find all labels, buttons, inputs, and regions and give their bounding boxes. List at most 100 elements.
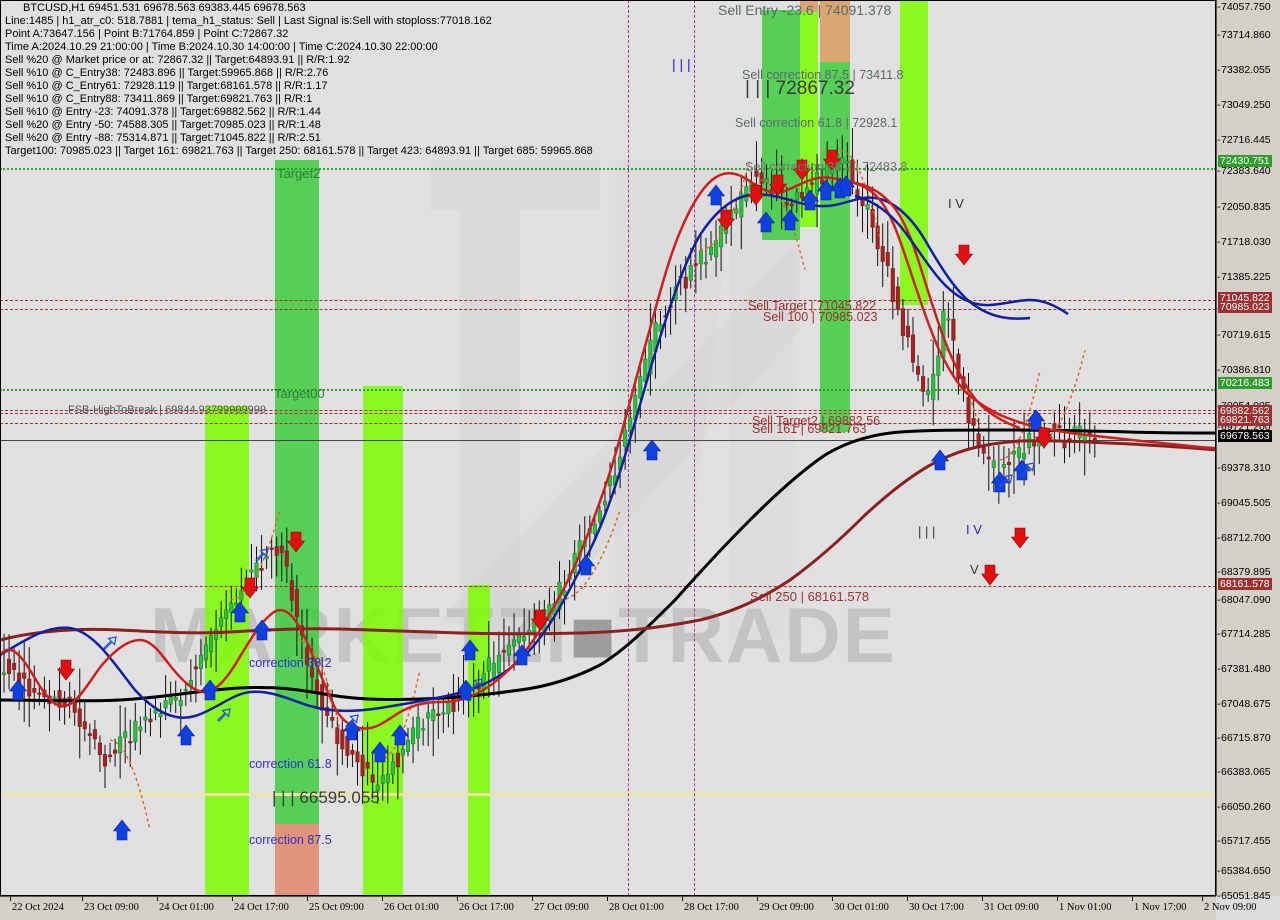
chart-annotation-label: I V [948, 196, 964, 211]
weak-signal-arrow [255, 548, 269, 562]
time-tick-mark [232, 897, 233, 901]
price-tick: -72716.445 [1217, 134, 1271, 146]
highlight-zone [900, 0, 928, 305]
price-marker-label: 68161.578 [1218, 578, 1272, 590]
time-tick-label: 31 Oct 09:00 [984, 902, 1039, 913]
price-tick: -71718.030 [1217, 236, 1271, 248]
chart-annotation-label: | | | 66595.055 [272, 788, 380, 807]
chart-annotation-label: Sell Entry -23.6 | 74091.378 [718, 2, 892, 18]
time-tick-mark [982, 897, 983, 901]
trading-chart-window: MARKETZI■TRADE Sell Entry -23.6 | 74091.… [0, 0, 1280, 920]
info-line-0: Line:1485 | h1_atr_c0: 518.7881 | tema_h… [5, 15, 492, 27]
vertical-time-line [628, 0, 629, 896]
time-tick-mark [1132, 897, 1133, 901]
chart-annotation-label: correction 38.2 [249, 656, 332, 670]
chart-annotation-label: V [970, 562, 979, 577]
time-tick-mark [157, 897, 158, 901]
highlight-zone [363, 386, 403, 896]
info-line-4: Sell %10 @ C_Entry38: 72483.896 || Targe… [5, 67, 329, 79]
price-tick: -67714.285 [1217, 628, 1271, 640]
time-tick-mark [682, 897, 683, 901]
time-tick-mark [382, 897, 383, 901]
price-tick: -65051.845 [1217, 890, 1271, 902]
price-tick: -65717.455 [1217, 835, 1271, 847]
buy-signal-arrow [342, 719, 362, 741]
price-tick: -73382.055 [1217, 64, 1271, 76]
price-tick: -73714.860 [1217, 29, 1271, 41]
time-tick-mark [82, 897, 83, 901]
price-level-line [0, 309, 1216, 310]
price-tick: -66383.065 [1217, 766, 1271, 778]
price-level-line [0, 300, 1216, 301]
time-tick-mark [832, 897, 833, 901]
weak-signal-arrow [1021, 462, 1035, 476]
price-tick: -73049.250 [1217, 99, 1271, 111]
highlight-zone [468, 585, 490, 896]
time-tick-label: 1 Nov 01:00 [1059, 902, 1112, 913]
price-tick: -67381.480 [1217, 663, 1271, 675]
time-tick-label: 22 Oct 2024 [12, 902, 64, 913]
symbol-quote-line: BTCUSD,H1 69451.531 69678.563 69383.445 … [23, 2, 306, 14]
info-line-1: Point A:73647.156 | Point B:71764.859 | … [5, 28, 289, 40]
time-tick-label: 24 Oct 01:00 [159, 902, 214, 913]
price-tick: -67048.675 [1217, 698, 1271, 710]
price-level-line [0, 793, 1216, 796]
sell-signal-arrow [1010, 527, 1030, 549]
chart-annotation-label: Sell correction 38.2 | 72483.8 [745, 160, 908, 174]
slow-ma-blue-descend [854, 194, 1069, 316]
chart-annotation-label: | | | 72867.32 [745, 78, 855, 99]
chart-annotation-label: I V [966, 522, 982, 537]
price-marker-label: 72430.751 [1218, 155, 1272, 167]
chart-annotation-label: correction 87.5 [249, 833, 332, 847]
price-level-line [0, 389, 1216, 391]
buy-signal-arrow [1012, 459, 1032, 481]
info-line-5: Sell %10 @ C_Entry61: 72928.119 || Targe… [5, 80, 328, 92]
buy-signal-arrow [930, 449, 950, 471]
highlight-zone [275, 160, 319, 896]
time-tick-label: 30 Oct 01:00 [834, 902, 889, 913]
price-marker-label: 69678.563 [1218, 430, 1272, 442]
info-line-7: Sell %10 @ Entry -23: 74091.378 || Targe… [5, 106, 321, 118]
price-tick: -71385.225 [1217, 271, 1271, 283]
time-tick-label: 23 Oct 09:00 [84, 902, 139, 913]
time-tick-mark [532, 897, 533, 901]
info-line-9: Sell %20 @ Entry -88: 75314.871 || Targe… [5, 132, 321, 144]
price-tick: -74057.750 [1217, 1, 1271, 13]
info-line-8: Sell %20 @ Entry -50: 74588.305 || Targe… [5, 119, 321, 131]
chart-annotation-label: Sell 161 | 69821.763 [752, 422, 867, 436]
price-tick: -70719.615 [1217, 329, 1271, 341]
sell-signal-arrow [980, 564, 1000, 586]
highlight-zone [205, 406, 249, 896]
time-tick-mark [307, 897, 308, 901]
time-axis[interactable]: 22 Oct 2024 23 Oct 09:00 24 Oct 01:00 24 Oc… [0, 896, 1257, 920]
price-tick: -68712.700 [1217, 532, 1271, 544]
price-level-line [0, 586, 1216, 587]
vertical-time-line [694, 0, 695, 896]
weak-signal-arrow [345, 714, 359, 728]
price-level-line [0, 440, 1216, 441]
price-tick: -68379.895 [1217, 566, 1271, 578]
price-marker-label: 70216.483 [1218, 377, 1272, 389]
time-tick-mark [907, 897, 908, 901]
time-tick-label: 29 Oct 09:00 [759, 902, 814, 913]
buy-signal-arrow [990, 471, 1010, 493]
time-tick-mark [757, 897, 758, 901]
time-tick-label: 30 Oct 17:00 [909, 902, 964, 913]
price-marker-label: 70985.023 [1218, 301, 1272, 313]
time-tick-label: 26 Oct 17:00 [459, 902, 514, 913]
sell-signal-arrow [954, 244, 974, 266]
time-tick-label: 27 Oct 09:00 [534, 902, 589, 913]
time-tick-label: 1 Nov 17:00 [1134, 902, 1187, 913]
sell-signal-arrow [1034, 427, 1054, 449]
price-level-line [0, 168, 1216, 170]
time-tick-mark [607, 897, 608, 901]
time-tick-mark [10, 897, 11, 901]
time-tick-mark [457, 897, 458, 901]
price-tick: -68047.090 [1217, 594, 1271, 606]
price-tick: -70386.810 [1217, 364, 1271, 376]
price-axis[interactable]: -74057.750 -73714.860 -73382.055 -73049.250… [1216, 0, 1280, 902]
price-tick: -72050.835 [1217, 201, 1271, 213]
price-tick: -66050.260 [1217, 801, 1271, 813]
chart-annotation-label: FSB-HighToBreak | 69844.93799999999 [68, 404, 266, 416]
chart-annotation-label: | | | [672, 56, 691, 72]
